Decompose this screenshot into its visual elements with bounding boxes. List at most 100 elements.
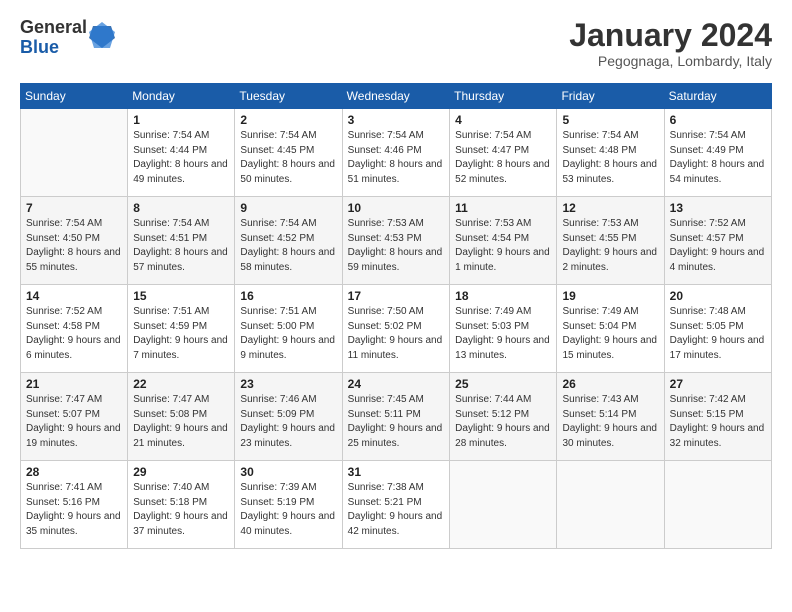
day-info: Sunrise: 7:52 AM Sunset: 4:58 PM Dayligh…	[26, 305, 122, 363]
day-info: Sunrise: 7:54 AM Sunset: 4:48 PM Dayligh…	[562, 129, 658, 187]
day-number: 9	[240, 201, 336, 215]
calendar-week-row: 7Sunrise: 7:54 AM Sunset: 4:50 PM Daylig…	[21, 197, 772, 285]
day-info: Sunrise: 7:44 AM Sunset: 5:12 PM Dayligh…	[455, 393, 551, 451]
table-row: 9 Sunrise: 7:54 AM Sunset: 4:52 PM Daylig…	[235, 197, 342, 285]
day-info: Sunrise: 7:47 AM Sunset: 5:07 PM Dayligh…	[26, 393, 122, 451]
table-row: 20Sunrise: 7:48 AM Sunset: 5:05 PM Dayli…	[664, 285, 771, 373]
calendar-table: Sunday Monday Tuesday Wednesday Thursday…	[20, 83, 772, 549]
month-title: January 2024	[569, 18, 772, 53]
day-number: 18	[455, 289, 551, 303]
table-row: 3Sunrise: 7:54 AM Sunset: 4:46 PM Daylig…	[342, 109, 450, 197]
day-info: Sunrise: 7:38 AM Sunset: 5:21 PM Dayligh…	[348, 481, 445, 539]
logo-text: GeneralBlue	[20, 18, 87, 58]
table-row: 2Sunrise: 7:54 AM Sunset: 4:45 PM Daylig…	[235, 109, 342, 197]
day-info: Sunrise: 7:54 AM Sunset: 4:49 PM Dayligh…	[670, 129, 766, 187]
table-row	[450, 461, 557, 549]
table-row	[21, 109, 128, 197]
day-info: Sunrise: 7:54 AM Sunset: 4:52 PM Dayligh…	[240, 217, 336, 275]
title-area: January 2024 Pegognaga, Lombardy, Italy	[569, 18, 772, 69]
table-row: 28 Sunrise: 7:41 AM Sunset: 5:16 PM Dayli…	[21, 461, 128, 549]
page: GeneralBlue January 2024 Pegognaga, Lomb…	[0, 0, 792, 559]
table-row: 15Sunrise: 7:51 AM Sunset: 4:59 PM Dayli…	[128, 285, 235, 373]
table-row: 23 Sunrise: 7:46 AM Sunset: 5:09 PM Dayli…	[235, 373, 342, 461]
day-number: 22	[133, 377, 229, 391]
col-monday: Monday	[128, 84, 235, 109]
day-number: 14	[26, 289, 122, 303]
day-number: 19	[562, 289, 658, 303]
day-info: Sunrise: 7:53 AM Sunset: 4:54 PM Dayligh…	[455, 217, 551, 275]
day-number: 27	[670, 377, 766, 391]
day-number: 17	[348, 289, 445, 303]
day-number: 26	[562, 377, 658, 391]
day-info: Sunrise: 7:49 AM Sunset: 5:04 PM Dayligh…	[562, 305, 658, 363]
day-number: 6	[670, 113, 766, 127]
table-row: 29Sunrise: 7:40 AM Sunset: 5:18 PM Dayli…	[128, 461, 235, 549]
day-number: 28	[26, 465, 122, 479]
day-number: 16	[240, 289, 336, 303]
day-number: 31	[348, 465, 445, 479]
table-row: 10 Sunrise: 7:53 AM Sunset: 4:53 PM Dayli…	[342, 197, 450, 285]
day-info: Sunrise: 7:48 AM Sunset: 5:05 PM Dayligh…	[670, 305, 766, 363]
table-row: 17Sunrise: 7:50 AM Sunset: 5:02 PM Dayli…	[342, 285, 450, 373]
table-row: 12 Sunrise: 7:53 AM Sunset: 4:55 PM Dayli…	[557, 197, 664, 285]
day-info: Sunrise: 7:45 AM Sunset: 5:11 PM Dayligh…	[348, 393, 445, 451]
day-number: 30	[240, 465, 336, 479]
table-row	[664, 461, 771, 549]
day-number: 5	[562, 113, 658, 127]
day-info: Sunrise: 7:54 AM Sunset: 4:47 PM Dayligh…	[455, 129, 551, 187]
day-info: Sunrise: 7:46 AM Sunset: 5:09 PM Dayligh…	[240, 393, 336, 451]
day-info: Sunrise: 7:43 AM Sunset: 5:14 PM Dayligh…	[562, 393, 658, 451]
day-info: Sunrise: 7:54 AM Sunset: 4:50 PM Dayligh…	[26, 217, 122, 275]
day-number: 21	[26, 377, 122, 391]
day-number: 11	[455, 201, 551, 215]
col-friday: Friday	[557, 84, 664, 109]
day-info: Sunrise: 7:53 AM Sunset: 4:55 PM Dayligh…	[562, 217, 658, 275]
table-row: 26 Sunrise: 7:43 AM Sunset: 5:14 PM Dayli…	[557, 373, 664, 461]
table-row: 18 Sunrise: 7:49 AM Sunset: 5:03 PM Dayli…	[450, 285, 557, 373]
day-info: Sunrise: 7:49 AM Sunset: 5:03 PM Dayligh…	[455, 305, 551, 363]
calendar-week-row: 1 Sunrise: 7:54 AM Sunset: 4:44 PM Daylig…	[21, 109, 772, 197]
day-number: 25	[455, 377, 551, 391]
day-number: 1	[133, 113, 229, 127]
day-number: 8	[133, 201, 229, 215]
day-number: 4	[455, 113, 551, 127]
table-row: 5 Sunrise: 7:54 AM Sunset: 4:48 PM Daylig…	[557, 109, 664, 197]
table-row: 4 Sunrise: 7:54 AM Sunset: 4:47 PM Daylig…	[450, 109, 557, 197]
table-row: 16 Sunrise: 7:51 AM Sunset: 5:00 PM Dayli…	[235, 285, 342, 373]
calendar-week-row: 21 Sunrise: 7:47 AM Sunset: 5:07 PM Dayli…	[21, 373, 772, 461]
table-row: 7Sunrise: 7:54 AM Sunset: 4:50 PM Daylig…	[21, 197, 128, 285]
day-number: 13	[670, 201, 766, 215]
table-row: 6 Sunrise: 7:54 AM Sunset: 4:49 PM Daylig…	[664, 109, 771, 197]
table-row	[557, 461, 664, 549]
table-row: 30Sunrise: 7:39 AM Sunset: 5:19 PM Dayli…	[235, 461, 342, 549]
day-info: Sunrise: 7:41 AM Sunset: 5:16 PM Dayligh…	[26, 481, 122, 539]
col-wednesday: Wednesday	[342, 84, 450, 109]
day-info: Sunrise: 7:51 AM Sunset: 5:00 PM Dayligh…	[240, 305, 336, 363]
logo-icon	[89, 20, 115, 50]
day-info: Sunrise: 7:42 AM Sunset: 5:15 PM Dayligh…	[670, 393, 766, 451]
header: GeneralBlue January 2024 Pegognaga, Lomb…	[20, 18, 772, 69]
day-number: 10	[348, 201, 445, 215]
calendar-header-row: Sunday Monday Tuesday Wednesday Thursday…	[21, 84, 772, 109]
table-row: 13Sunrise: 7:52 AM Sunset: 4:57 PM Dayli…	[664, 197, 771, 285]
calendar-week-row: 14 Sunrise: 7:52 AM Sunset: 4:58 PM Dayli…	[21, 285, 772, 373]
day-info: Sunrise: 7:40 AM Sunset: 5:18 PM Dayligh…	[133, 481, 229, 539]
day-number: 12	[562, 201, 658, 215]
calendar-week-row: 28 Sunrise: 7:41 AM Sunset: 5:16 PM Dayli…	[21, 461, 772, 549]
day-number: 15	[133, 289, 229, 303]
table-row: 24 Sunrise: 7:45 AM Sunset: 5:11 PM Dayli…	[342, 373, 450, 461]
table-row: 8Sunrise: 7:54 AM Sunset: 4:51 PM Daylig…	[128, 197, 235, 285]
table-row: 1 Sunrise: 7:54 AM Sunset: 4:44 PM Daylig…	[128, 109, 235, 197]
table-row: 19 Sunrise: 7:49 AM Sunset: 5:04 PM Dayli…	[557, 285, 664, 373]
day-number: 23	[240, 377, 336, 391]
day-info: Sunrise: 7:47 AM Sunset: 5:08 PM Dayligh…	[133, 393, 229, 451]
day-info: Sunrise: 7:53 AM Sunset: 4:53 PM Dayligh…	[348, 217, 445, 275]
location-subtitle: Pegognaga, Lombardy, Italy	[569, 53, 772, 69]
day-number: 24	[348, 377, 445, 391]
col-sunday: Sunday	[21, 84, 128, 109]
table-row: 22 Sunrise: 7:47 AM Sunset: 5:08 PM Dayli…	[128, 373, 235, 461]
table-row: 27 Sunrise: 7:42 AM Sunset: 5:15 PM Dayli…	[664, 373, 771, 461]
col-tuesday: Tuesday	[235, 84, 342, 109]
col-saturday: Saturday	[664, 84, 771, 109]
day-info: Sunrise: 7:54 AM Sunset: 4:44 PM Dayligh…	[133, 129, 229, 187]
